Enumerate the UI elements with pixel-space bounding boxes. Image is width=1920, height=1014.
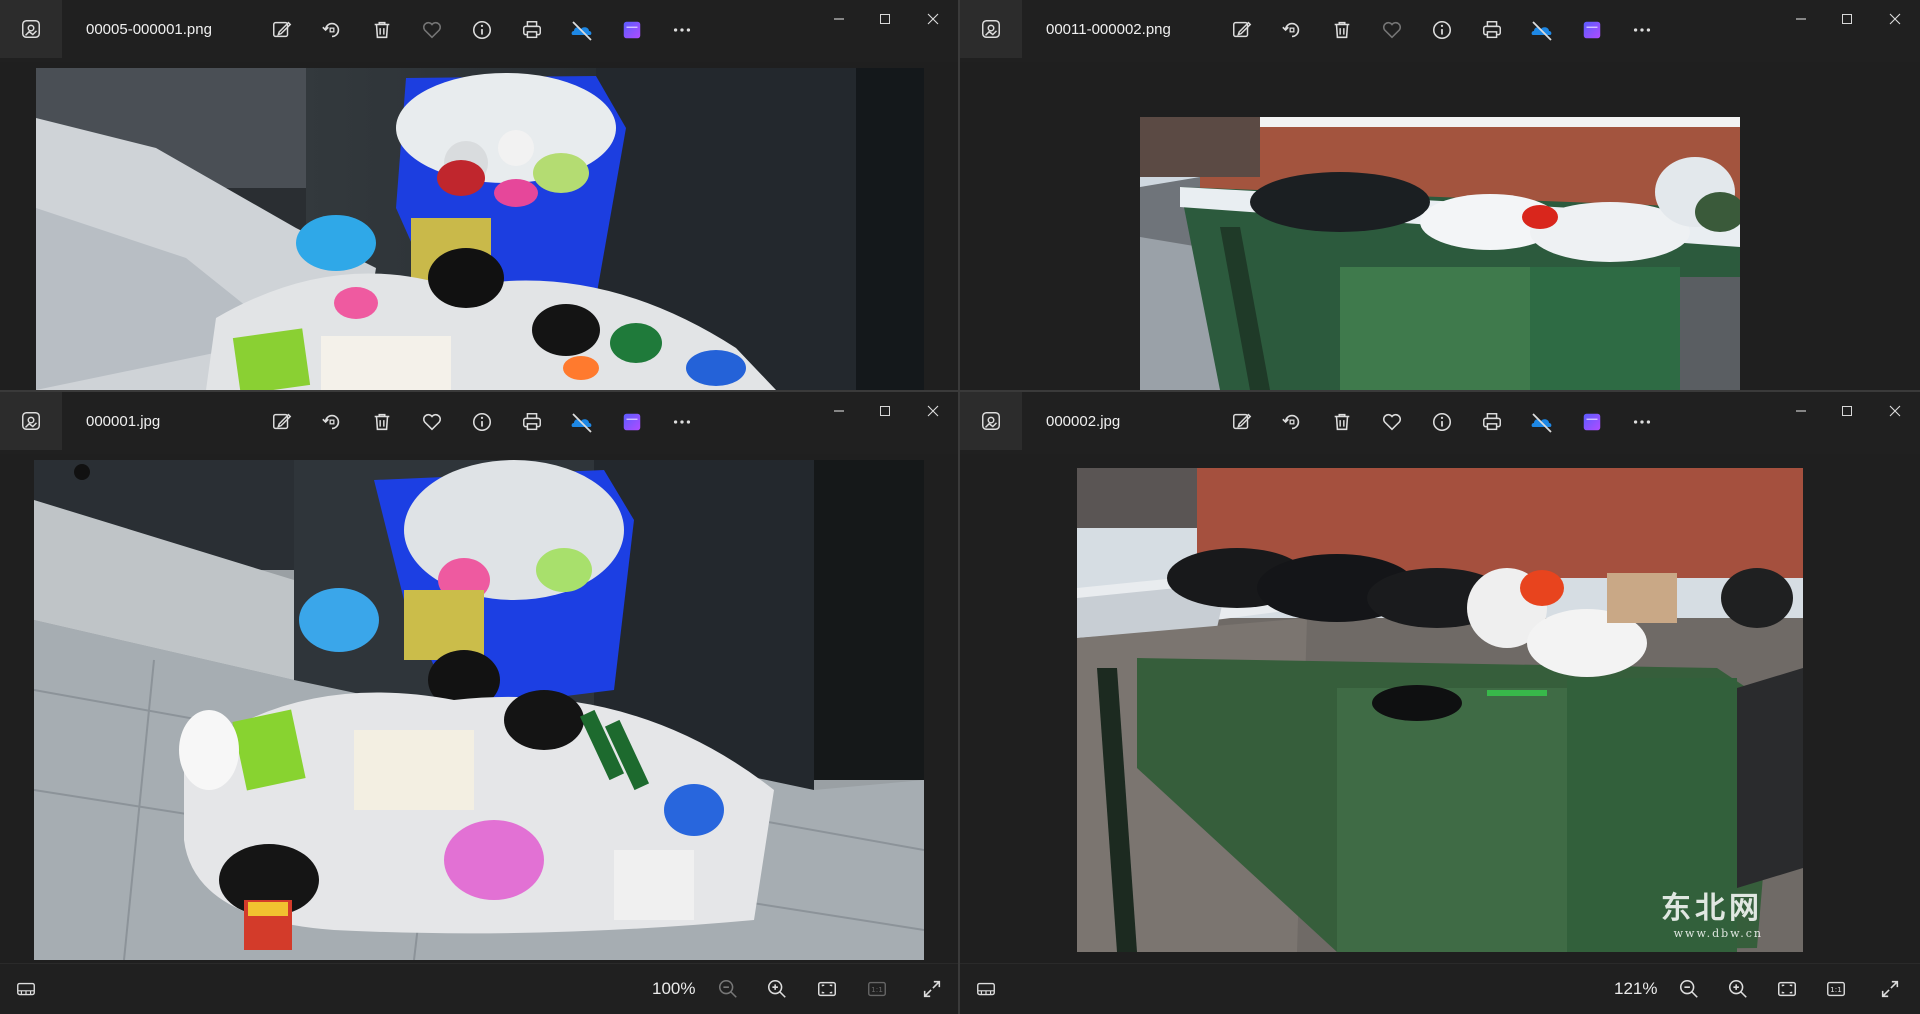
delete-icon[interactable]	[1330, 410, 1354, 434]
rotate-icon[interactable]	[1280, 18, 1304, 42]
rotate-icon[interactable]	[320, 18, 344, 42]
print-icon[interactable]	[1480, 18, 1504, 42]
zoom-level[interactable]: 100%	[652, 979, 695, 999]
clipchamp-icon[interactable]	[1580, 410, 1604, 434]
fit-to-window-icon[interactable]	[815, 977, 839, 1001]
actual-size-icon[interactable]	[865, 977, 889, 1001]
info-icon[interactable]	[470, 18, 494, 42]
fullscreen-icon[interactable]	[920, 977, 944, 1001]
title-bar[interactable]: 00011-000002.png	[960, 0, 1920, 62]
photos-app-icon[interactable]	[960, 392, 1022, 450]
onedrive-icon[interactable]	[1530, 410, 1554, 434]
clipchamp-icon[interactable]	[620, 18, 644, 42]
delete-icon[interactable]	[1330, 18, 1354, 42]
photo-image[interactable]	[36, 68, 924, 390]
actual-size-icon[interactable]	[1824, 977, 1848, 1001]
info-icon[interactable]	[1430, 18, 1454, 42]
window-divider-horizontal	[0, 390, 1920, 392]
close-icon[interactable]	[1872, 4, 1918, 34]
watermark-main: 东北网	[1661, 891, 1763, 926]
photo-image[interactable]: 东北网 www.dbw.cn	[1077, 468, 1803, 952]
delete-icon[interactable]	[370, 18, 394, 42]
maximize-icon[interactable]	[1824, 396, 1870, 426]
file-name: 00011-000002.png	[1046, 21, 1171, 38]
status-bar: 100%	[0, 963, 958, 1014]
zoom-out-icon[interactable]	[1677, 977, 1701, 1001]
delete-icon[interactable]	[370, 410, 394, 434]
photos-app-icon[interactable]	[0, 392, 62, 450]
file-name: 00005-000001.png	[86, 21, 212, 38]
file-name: 000002.jpg	[1046, 413, 1121, 430]
favorite-icon[interactable]	[420, 18, 444, 42]
edit-image-icon[interactable]	[1230, 410, 1254, 434]
clipchamp-icon[interactable]	[620, 410, 644, 434]
filmstrip-icon[interactable]	[974, 977, 998, 1001]
maximize-icon[interactable]	[862, 4, 908, 34]
rotate-icon[interactable]	[320, 410, 344, 434]
edit-image-icon[interactable]	[270, 18, 294, 42]
filmstrip-icon[interactable]	[14, 977, 38, 1001]
watermark-url: www.dbw.cn	[1673, 927, 1763, 940]
title-bar[interactable]: 000001.jpg	[0, 392, 958, 454]
onedrive-icon[interactable]	[570, 410, 594, 434]
maximize-icon[interactable]	[1824, 4, 1870, 34]
status-bar: 121%	[960, 963, 1920, 1014]
minimize-icon[interactable]	[816, 4, 862, 34]
print-icon[interactable]	[1480, 410, 1504, 434]
zoom-in-icon[interactable]	[1726, 977, 1750, 1001]
file-name: 000001.jpg	[86, 413, 161, 430]
favorite-icon[interactable]	[1380, 410, 1404, 434]
minimize-icon[interactable]	[1778, 4, 1824, 34]
onedrive-icon[interactable]	[570, 18, 594, 42]
favorite-icon[interactable]	[420, 410, 444, 434]
photos-window-bottom-right: 000002.jpg 东北网 www.dbw.cn 121%	[960, 392, 1920, 1014]
photo-image[interactable]	[1140, 117, 1740, 390]
info-icon[interactable]	[470, 410, 494, 434]
photos-window-top-left: 00005-000001.png	[0, 0, 958, 390]
zoom-level[interactable]: 121%	[1614, 979, 1657, 999]
rotate-icon[interactable]	[1280, 410, 1304, 434]
print-icon[interactable]	[520, 410, 544, 434]
favorite-icon[interactable]	[1380, 18, 1404, 42]
more-icon[interactable]	[670, 410, 694, 434]
zoom-out-icon[interactable]	[716, 977, 740, 1001]
fit-to-window-icon[interactable]	[1775, 977, 1799, 1001]
photos-window-bottom-left: 000001.jpg 100%	[0, 392, 958, 1014]
minimize-icon[interactable]	[816, 396, 862, 426]
close-icon[interactable]	[1872, 396, 1918, 426]
onedrive-icon[interactable]	[1530, 18, 1554, 42]
more-icon[interactable]	[1630, 410, 1654, 434]
window-divider-vertical	[958, 0, 960, 1014]
title-bar[interactable]: 00005-000001.png	[0, 0, 958, 62]
fullscreen-icon[interactable]	[1878, 977, 1902, 1001]
zoom-in-icon[interactable]	[765, 977, 789, 1001]
maximize-icon[interactable]	[862, 396, 908, 426]
close-icon[interactable]	[910, 4, 956, 34]
edit-image-icon[interactable]	[1230, 18, 1254, 42]
more-icon[interactable]	[670, 18, 694, 42]
more-icon[interactable]	[1630, 18, 1654, 42]
watermark: 东北网 www.dbw.cn	[1661, 883, 1763, 940]
minimize-icon[interactable]	[1778, 396, 1824, 426]
photo-image[interactable]	[34, 460, 924, 960]
info-icon[interactable]	[1430, 410, 1454, 434]
photos-app-icon[interactable]	[960, 0, 1022, 58]
close-icon[interactable]	[910, 396, 956, 426]
print-icon[interactable]	[520, 18, 544, 42]
clipchamp-icon[interactable]	[1580, 18, 1604, 42]
edit-image-icon[interactable]	[270, 410, 294, 434]
photos-window-top-right: 00011-000002.png	[960, 0, 1920, 390]
photos-app-icon[interactable]	[0, 0, 62, 58]
title-bar[interactable]: 000002.jpg	[960, 392, 1920, 454]
